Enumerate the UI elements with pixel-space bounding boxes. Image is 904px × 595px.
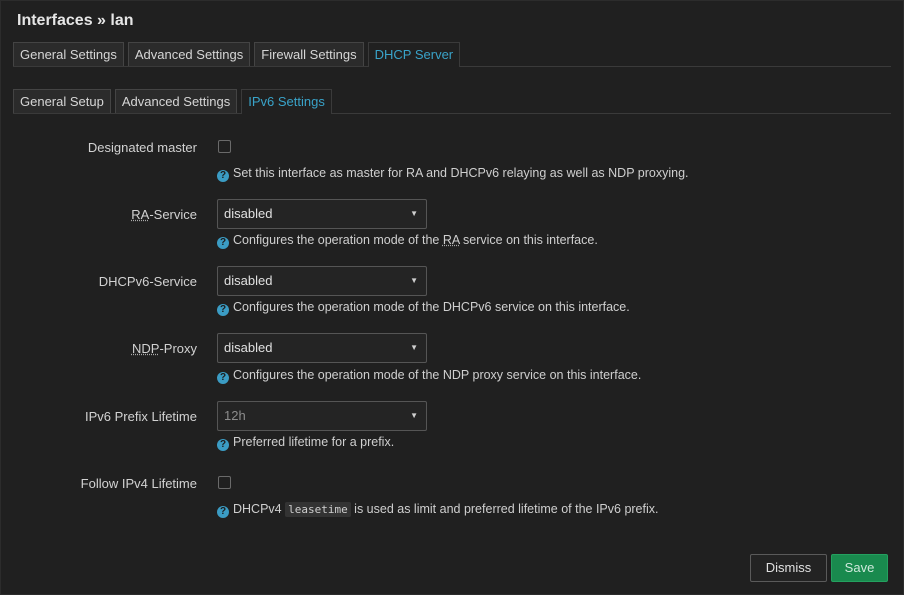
- dhcpv6-service-label: DHCPv6-Service: [98, 274, 197, 289]
- dialog-title: Interfaces » lan: [17, 12, 134, 29]
- caret-down-icon: ▼: [410, 411, 418, 420]
- question-circle-icon: ?: [217, 439, 229, 451]
- ra-service-select[interactable]: disabled ▼: [217, 199, 427, 229]
- tab-firewall-settings[interactable]: Firewall Settings: [254, 42, 364, 66]
- ipv6-prefix-lifetime-select[interactable]: 12h ▼: [217, 401, 427, 431]
- ndp-proxy-label: NDP-Proxy: [131, 341, 197, 356]
- designated-master-label: Designated master: [87, 140, 197, 155]
- designated-master-checkbox[interactable]: [218, 140, 231, 153]
- subtab-general-setup[interactable]: General Setup: [13, 89, 111, 113]
- caret-down-icon: ▼: [410, 343, 418, 352]
- dismiss-button[interactable]: Dismiss: [750, 554, 827, 582]
- dhcpv6-service-select[interactable]: disabled ▼: [217, 266, 427, 296]
- subtab-advanced-settings[interactable]: Advanced Settings: [114, 89, 238, 113]
- subtab-ipv6-settings[interactable]: IPv6 Settings: [241, 89, 332, 114]
- ra-service-help: ? Configures the operation mode of the RA…: [217, 233, 598, 249]
- question-circle-icon: ?: [217, 170, 229, 182]
- ndp-proxy-select[interactable]: disabled ▼: [217, 333, 427, 363]
- top-tab-bar: General Settings Advanced Settings Firew…: [13, 42, 891, 67]
- tab-dhcp-server[interactable]: DHCP Server: [367, 42, 461, 67]
- ipv6-prefix-lifetime-help: ? Preferred lifetime for a prefix.: [217, 435, 394, 451]
- ipv6-settings-panel: Designated master ? Set this interface as…: [13, 114, 893, 534]
- leasetime-code: leasetime: [285, 502, 351, 517]
- follow-ipv4-lifetime-checkbox[interactable]: [218, 476, 231, 489]
- dhcpv6-service-help: ? Configures the operation mode of the DH…: [217, 300, 630, 316]
- follow-ipv4-lifetime-help: ? DHCPv4 leasetime is used as limit and p…: [217, 502, 658, 518]
- caret-down-icon: ▼: [410, 276, 418, 285]
- question-circle-icon: ?: [217, 237, 229, 249]
- tab-advanced-settings[interactable]: Advanced Settings: [127, 42, 251, 66]
- designated-master-help: ? Set this interface as master for RA and…: [217, 166, 689, 182]
- ndp-proxy-help: ? Configures the operation mode of the ND…: [217, 368, 641, 384]
- question-circle-icon: ?: [217, 372, 229, 384]
- caret-down-icon: ▼: [410, 209, 418, 218]
- sub-tab-bar: General Setup Advanced Settings IPv6 Set…: [13, 89, 891, 114]
- save-button[interactable]: Save: [831, 554, 888, 582]
- question-circle-icon: ?: [217, 304, 229, 316]
- follow-ipv4-lifetime-label: Follow IPv4 Lifetime: [80, 476, 197, 491]
- question-circle-icon: ?: [217, 506, 229, 518]
- tab-general-settings[interactable]: General Settings: [13, 42, 124, 66]
- ipv6-prefix-lifetime-label: IPv6 Prefix Lifetime: [85, 409, 197, 424]
- interface-dialog: Interfaces » lan General Settings Advanc…: [0, 0, 904, 595]
- ra-service-label: RA-Service: [131, 207, 197, 222]
